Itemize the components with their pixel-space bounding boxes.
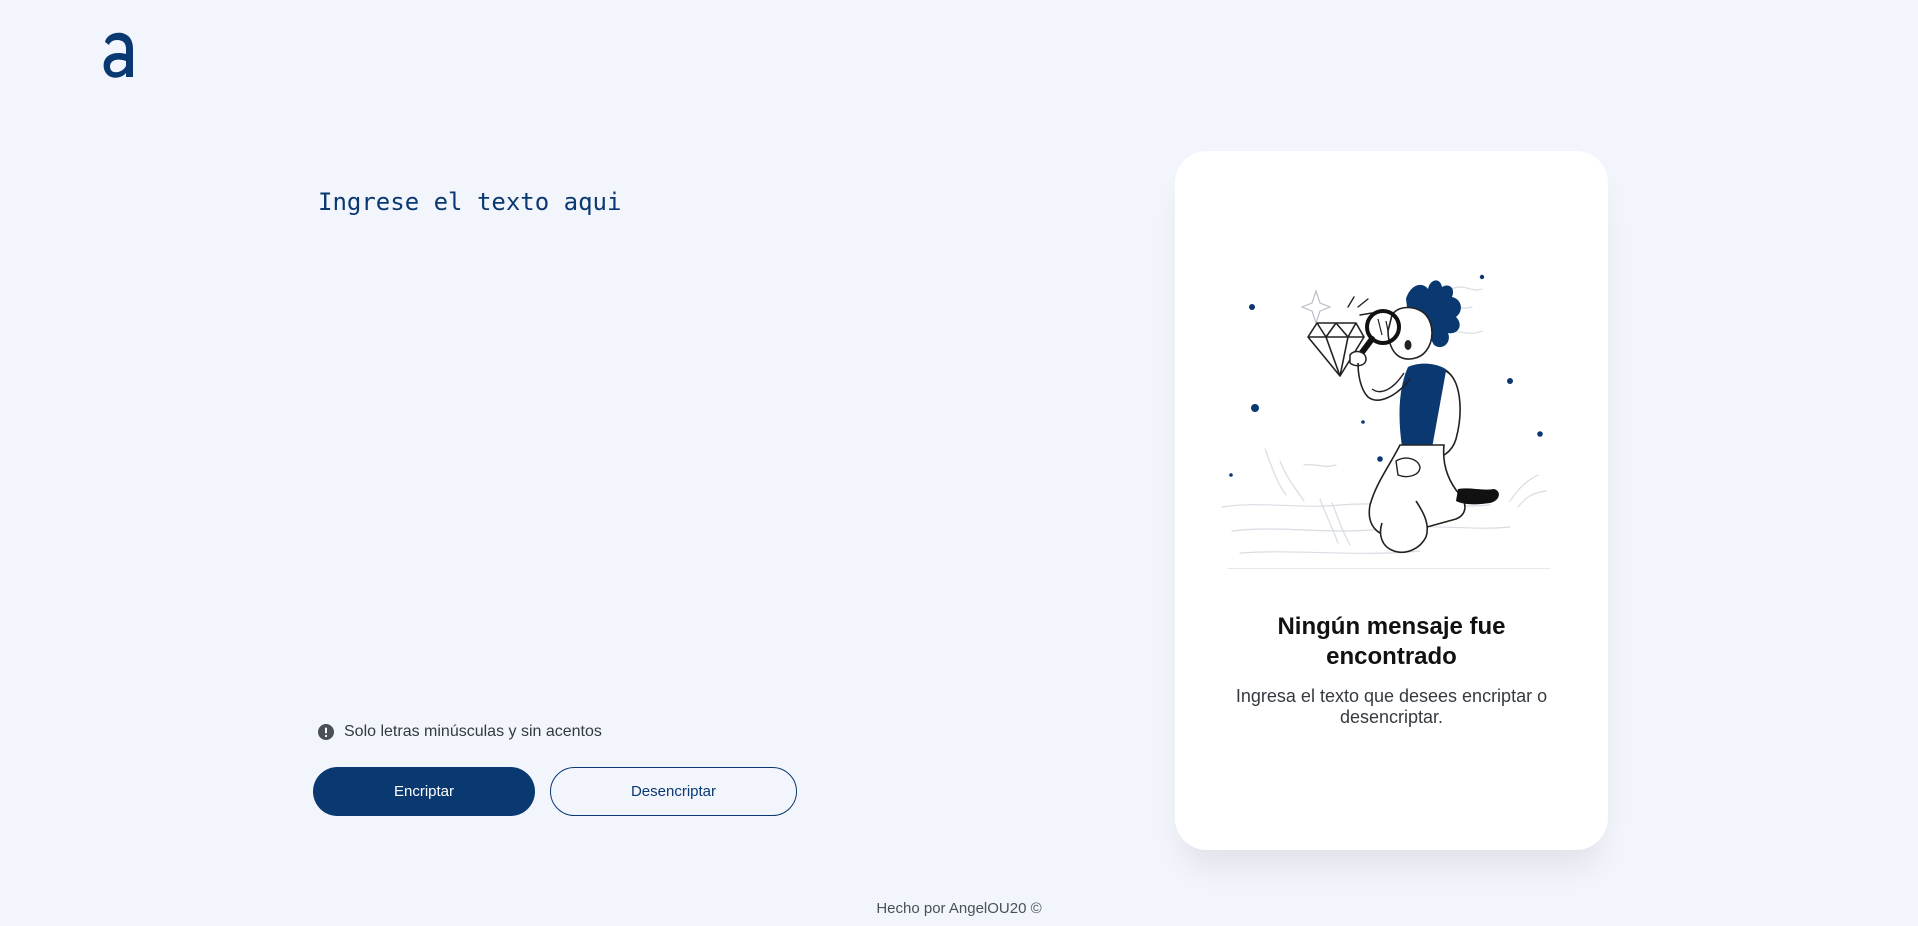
result-panel: Ningún mensaje fue encontrado Ingresa el… [1175, 151, 1608, 850]
result-description: Ingresa el texto que desees encriptar o … [1235, 686, 1548, 727]
footer-credit: Hecho por AngelOU20 © [876, 900, 1042, 917]
result-title-line-2: encontrado [1326, 643, 1457, 670]
decrypt-button[interactable]: Desencriptar [550, 767, 797, 816]
result-title: Ningún mensaje fue encontrado [1175, 612, 1608, 672]
result-title-line-1: Ningún mensaje fue [1277, 613, 1506, 640]
logo-icon [103, 32, 133, 78]
hint-text: Solo letras minúsculas y sin acentos [344, 723, 602, 740]
encrypt-button[interactable]: Encriptar [313, 767, 535, 816]
input-hint: Solo letras minúsculas y sin acentos [318, 722, 602, 742]
exclamation-circle-icon [318, 724, 334, 740]
person-with-magnifying-glass-illustration [1221, 274, 1551, 569]
message-input[interactable] [318, 188, 1118, 688]
